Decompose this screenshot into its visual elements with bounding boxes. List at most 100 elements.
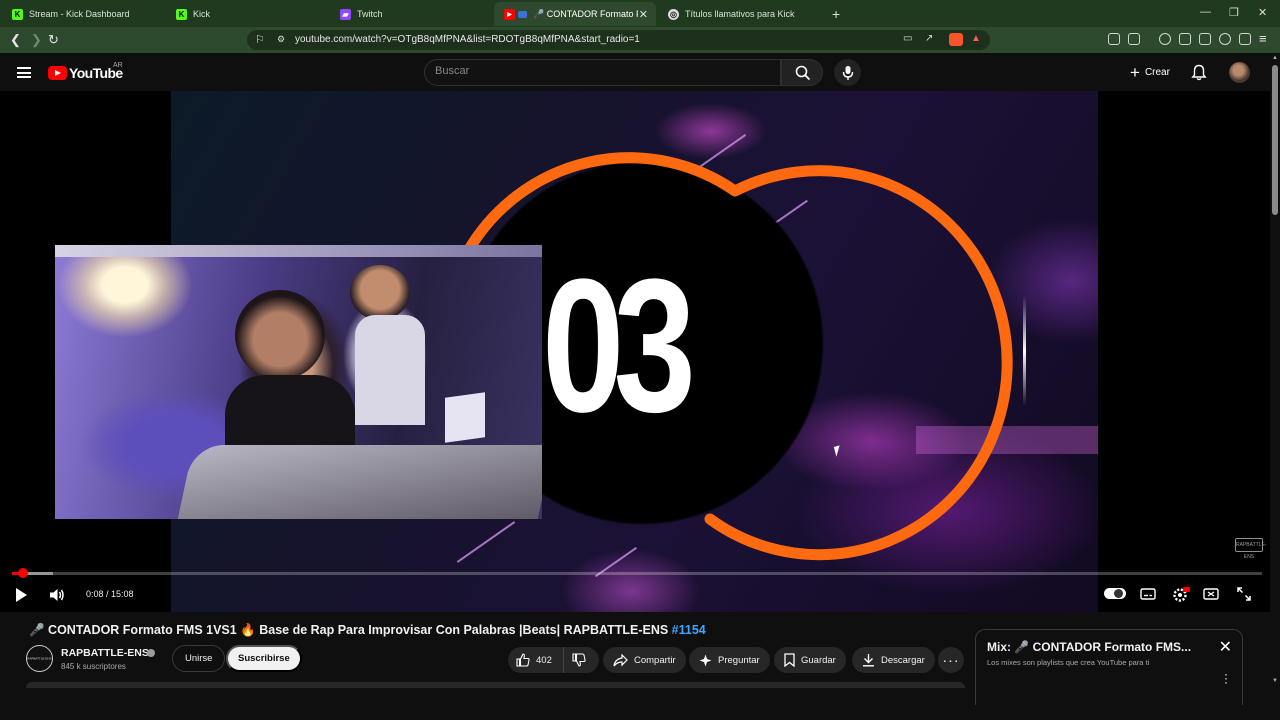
like-button[interactable]: 402 (508, 647, 564, 673)
kick-icon: K (176, 8, 187, 20)
restore-icon[interactable]: ❐ (1229, 6, 1239, 19)
subscriber-count: 845 k suscriptores (61, 662, 126, 671)
kick-icon: K (12, 8, 23, 20)
more-actions-button[interactable]: ··· (938, 647, 964, 673)
browser-menu-icon[interactable]: ≡ (1259, 31, 1267, 46)
save-label: Guardar (801, 654, 836, 666)
video-title-text: 🎤 CONTADOR Formato FMS 1VS1 🔥 Base de Ra… (29, 623, 672, 637)
tab-twitch[interactable]: ▰ Twitch (330, 2, 492, 26)
join-button[interactable]: Unirse (172, 645, 226, 672)
verified-badge-icon (147, 649, 155, 657)
tab-kick-dashboard[interactable]: K Stream - Kick Dashboard (2, 2, 164, 26)
video-title: 🎤 CONTADOR Formato FMS 1VS1 🔥 Base de Ra… (29, 623, 706, 638)
scrollbar-thumb[interactable] (1272, 65, 1278, 215)
voice-search-button[interactable] (834, 59, 861, 86)
vpn-icon[interactable] (1239, 33, 1251, 45)
thumbs-down-icon (572, 653, 586, 667)
settings-gear-icon[interactable] (1172, 586, 1190, 604)
back-icon[interactable]: ❮ (10, 32, 21, 48)
share-button[interactable]: Compartir (603, 647, 686, 673)
youtube-play-logo-icon (48, 66, 67, 80)
url-text: youtube.com/watch?v=OTgB8qMfPNA&list=RDO… (295, 34, 640, 45)
save-button[interactable]: Guardar (774, 647, 846, 673)
scroll-down-arrow-icon[interactable]: ▼ (1272, 678, 1278, 684)
tab-youtube-active[interactable]: ▶ 🎤 CONTADOR Formato FMS ✕ (494, 2, 656, 26)
page-scrollbar[interactable]: ▲ ▼ (1270, 53, 1280, 720)
share-label: Compartir (634, 654, 676, 666)
wallet-icon[interactable] (1128, 33, 1140, 45)
volume-icon[interactable] (49, 587, 65, 603)
mixing-desk (176, 445, 542, 519)
download-button[interactable]: Descargar (852, 647, 935, 673)
person-body (355, 315, 425, 425)
notifications-bell-icon[interactable] (1191, 64, 1207, 81)
extensions-icon[interactable] (1108, 33, 1120, 45)
twitch-icon: ▰ (340, 8, 351, 20)
close-window-icon[interactable]: ✕ (1258, 6, 1267, 19)
sparkle-icon (699, 654, 712, 666)
create-button[interactable]: + Crear (1124, 59, 1176, 86)
scroll-up-arrow-icon[interactable]: ▲ (1272, 55, 1278, 61)
subtitles-icon[interactable] (1140, 586, 1156, 602)
address-bar[interactable]: ⚐ ⚙ youtube.com/watch?v=OTgB8qMfPNA&list… (247, 30, 990, 50)
youtube-icon: ▶ (504, 8, 515, 20)
sidebar-icon[interactable] (1179, 33, 1191, 45)
tab-chatgpt[interactable]: ◎ Títulos llamativos para Kick (658, 2, 820, 26)
ask-label: Preguntar (718, 654, 760, 666)
plus-icon: + (1130, 62, 1140, 82)
play-icon[interactable] (16, 588, 27, 602)
thumbs-up-icon (516, 653, 530, 667)
install-app-icon[interactable]: ▭ (903, 33, 912, 44)
tab-label: Kick (193, 9, 211, 19)
subscribe-button[interactable]: Suscribirse (226, 645, 302, 672)
leo-ai-icon[interactable] (1219, 33, 1231, 45)
search-box[interactable] (424, 59, 781, 86)
webcam-ceiling (55, 245, 542, 257)
brave-shields-icon[interactable] (949, 33, 963, 46)
site-settings-icon[interactable]: ⚙ (277, 34, 285, 45)
progress-bar[interactable] (12, 568, 1262, 578)
mix-playlist-panel: Mix: 🎤 CONTADOR Formato FMS... Los mixes… (975, 629, 1243, 705)
countdown-number: 03 (542, 240, 696, 452)
more-vertical-icon[interactable]: · · · (1224, 668, 1228, 688)
download-icon (863, 654, 874, 667)
dislike-button[interactable] (565, 647, 599, 673)
ask-button[interactable]: Preguntar (689, 647, 770, 673)
time-display: 0:08 / 15:08 (86, 589, 134, 599)
video-hashtag-link[interactable]: #1154 (672, 623, 706, 637)
new-tab-button[interactable]: + (822, 2, 846, 26)
youtube-header: YouTube AR + Crear (0, 53, 1270, 91)
tab-kick[interactable]: K Kick (166, 2, 328, 26)
bookmark-icon[interactable]: ⚐ (255, 33, 265, 46)
search-button[interactable] (781, 59, 823, 86)
user-avatar[interactable] (1229, 62, 1250, 83)
miniplayer-icon[interactable] (1203, 586, 1219, 602)
share-page-icon[interactable]: ↗ (925, 33, 933, 44)
minimize-icon[interactable]: — (1200, 6, 1211, 18)
channel-avatar-logo-text: RAPBATTLE-ENS (27, 656, 52, 661)
country-code: AR (113, 62, 123, 69)
channel-name[interactable]: RAPBATTLE-ENS (61, 647, 149, 659)
description-box[interactable] (26, 682, 965, 688)
close-icon[interactable]: ✕ (1219, 637, 1232, 657)
like-count: 402 (536, 654, 552, 666)
video-player[interactable]: 03 RAPBATTLE-ENS 0:08 / 15:08 (0, 91, 1270, 612)
download-label: Descargar (881, 654, 925, 666)
webcam-overlay (55, 245, 542, 519)
fullscreen-icon[interactable] (1236, 586, 1252, 602)
channel-watermark[interactable]: RAPBATTLE-ENS (1235, 538, 1266, 560)
menu-icon[interactable] (17, 67, 31, 78)
wallet-app-icon[interactable] (1199, 33, 1211, 45)
bookmark-save-icon (784, 653, 795, 667)
forward-icon[interactable]: ❯ (31, 32, 42, 48)
brave-rewards-icon[interactable]: ▲ (971, 33, 981, 44)
autoplay-toggle[interactable] (1104, 588, 1126, 599)
channel-avatar[interactable]: RAPBATTLE-ENS (26, 645, 53, 672)
mix-title: Mix: 🎤 CONTADOR Formato FMS... (987, 640, 1192, 654)
youtube-logo[interactable]: YouTube (48, 65, 123, 81)
media-icon[interactable] (1159, 33, 1171, 45)
tab-label: 🎤 CONTADOR Formato FMS (533, 8, 638, 19)
search-input[interactable] (435, 65, 765, 77)
reload-icon[interactable]: ↻ (48, 32, 59, 48)
close-tab-icon[interactable]: ✕ (639, 8, 648, 21)
